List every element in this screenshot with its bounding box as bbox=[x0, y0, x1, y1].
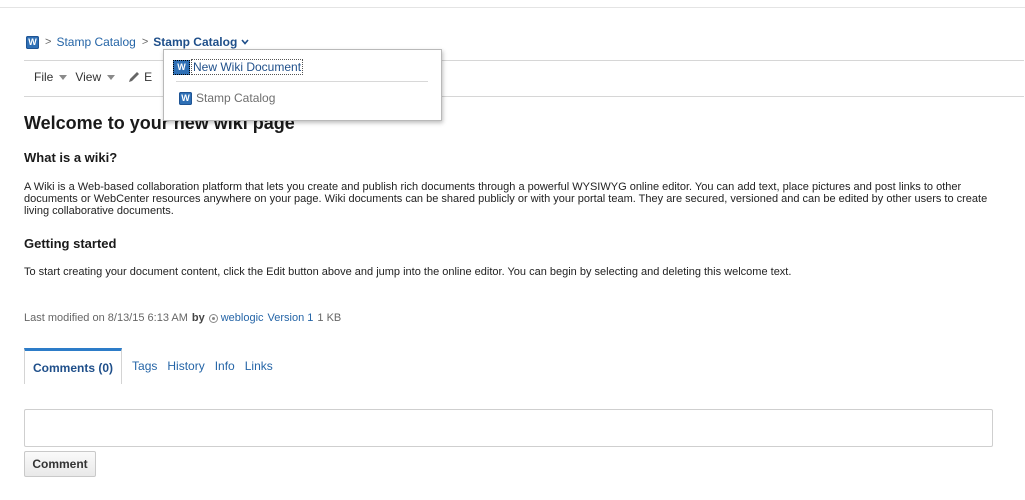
menu-item-label: New Wiki Document bbox=[191, 59, 304, 75]
breadcrumb: W > Stamp Catalog > Stamp Catalog bbox=[26, 34, 249, 50]
menu-item-label: Stamp Catalog bbox=[196, 91, 276, 105]
user-link[interactable]: weblogic bbox=[221, 312, 264, 324]
view-menu-label: View bbox=[75, 70, 102, 84]
by-label: by bbox=[191, 312, 205, 324]
tab-tags[interactable]: Tags bbox=[132, 348, 157, 384]
wiki-logo-icon[interactable]: W bbox=[26, 35, 39, 49]
tab-comments[interactable]: Comments (0) bbox=[24, 348, 123, 384]
wiki-page: W > Stamp Catalog > Stamp Catalog File V… bbox=[0, 0, 1025, 500]
breadcrumb-separator: > bbox=[45, 36, 52, 48]
section-text: To start creating your document content,… bbox=[24, 266, 792, 278]
toolbar: File View E bbox=[34, 70, 160, 84]
file-menu-label: File bbox=[34, 70, 54, 84]
dropdown-arrow-icon bbox=[107, 75, 116, 80]
section-text: A Wiki is a Web-based collaboration plat… bbox=[24, 181, 988, 217]
top-divider bbox=[0, 7, 1025, 8]
tab-bar: Comments (0) Tags History Info Links bbox=[24, 346, 273, 384]
version-link[interactable]: Version 1 bbox=[268, 312, 314, 324]
section-heading: What is a wiki? bbox=[24, 150, 118, 165]
tab-info[interactable]: Info bbox=[215, 348, 235, 384]
user-icon bbox=[208, 313, 218, 323]
file-menu[interactable]: File bbox=[34, 70, 68, 84]
file-size: 1 KB bbox=[317, 312, 342, 324]
comment-button[interactable]: Comment bbox=[24, 451, 96, 477]
new-wiki-document-icon: W bbox=[173, 59, 190, 75]
edit-button[interactable]: E bbox=[123, 70, 152, 84]
wiki-icon: W bbox=[179, 91, 192, 105]
view-menu[interactable]: View bbox=[75, 70, 116, 84]
breadcrumb-current-page[interactable]: Stamp Catalog bbox=[153, 35, 237, 49]
menu-item-new-wiki-document[interactable]: W New Wiki Document bbox=[173, 59, 304, 75]
section-heading: Getting started bbox=[24, 236, 117, 251]
menu-item-stamp-catalog[interactable]: W Stamp Catalog bbox=[179, 91, 275, 105]
last-modified-date: Last modified on 8/13/15 6:13 AM bbox=[24, 312, 188, 324]
edit-label: E bbox=[144, 70, 153, 84]
last-modified-info: Last modified on 8/13/15 6:13 AM by webl… bbox=[24, 312, 341, 324]
menu-divider bbox=[176, 81, 428, 82]
pencil-icon bbox=[127, 70, 141, 84]
chevron-down-icon[interactable] bbox=[241, 37, 249, 47]
breadcrumb-separator: > bbox=[141, 36, 149, 48]
breadcrumb-item-stamp-catalog[interactable]: Stamp Catalog bbox=[56, 35, 135, 49]
breadcrumb-dropdown-menu: W New Wiki Document W Stamp Catalog bbox=[163, 49, 442, 121]
comment-input[interactable] bbox=[24, 409, 993, 447]
tab-links[interactable]: Links bbox=[245, 348, 273, 384]
tab-history[interactable]: History bbox=[167, 348, 204, 384]
dropdown-arrow-icon bbox=[59, 75, 68, 80]
